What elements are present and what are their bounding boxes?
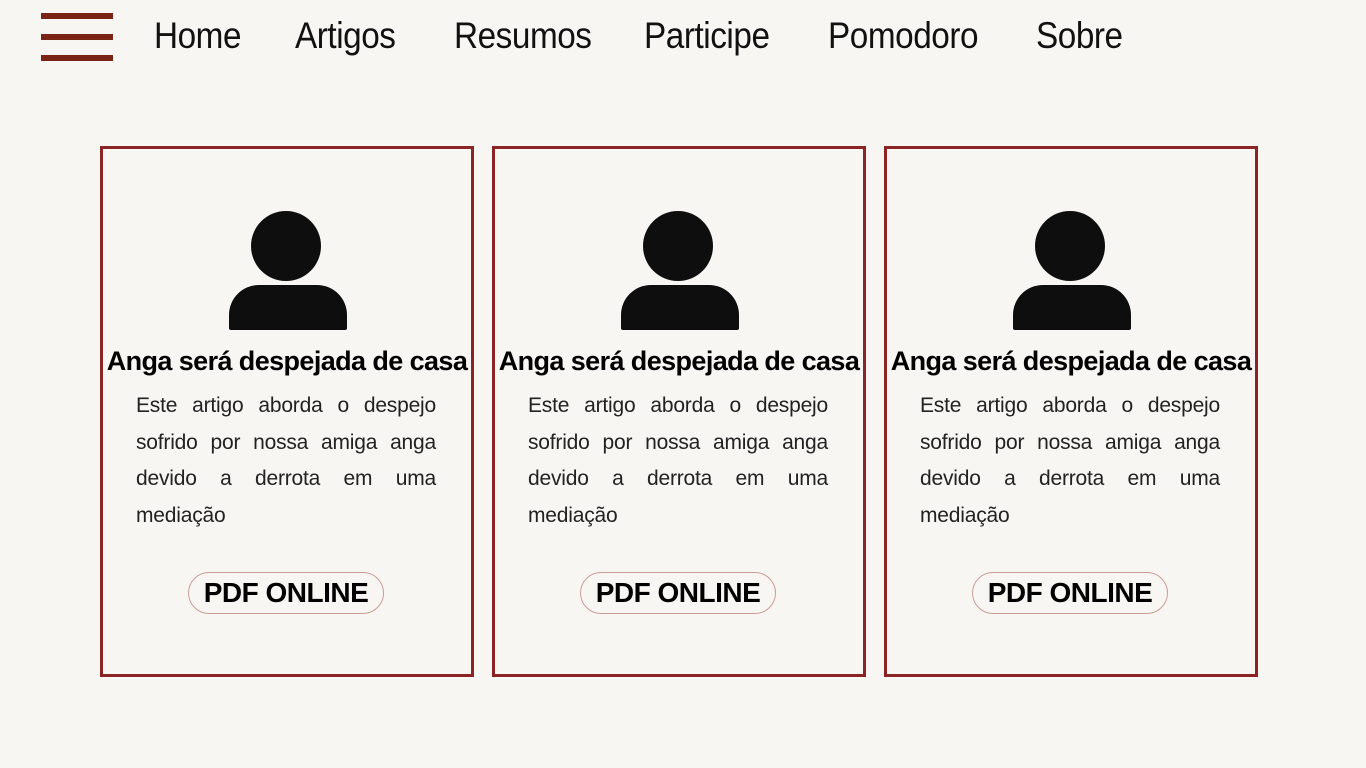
- avatar-body: [229, 285, 347, 330]
- card-title: Anga será despejada de casa: [498, 346, 860, 376]
- user-avatar-icon: [1010, 211, 1132, 331]
- card-description: Este artigo aborda o despejo sofrido por…: [136, 394, 436, 528]
- hamburger-bar: [41, 55, 113, 61]
- hamburger-menu-icon[interactable]: [41, 13, 113, 61]
- user-avatar-icon: [618, 211, 740, 331]
- hamburger-bar: [41, 34, 113, 40]
- avatar-head: [251, 211, 321, 281]
- top-navigation: Home Artigos Resumos Participe Pomodoro …: [0, 0, 1366, 75]
- avatar-body: [621, 285, 739, 330]
- nav-link-pomodoro[interactable]: Pomodoro: [828, 14, 978, 58]
- user-avatar-icon: [226, 211, 348, 331]
- pdf-online-button[interactable]: PDF ONLINE: [972, 572, 1168, 614]
- avatar-head: [643, 211, 713, 281]
- nav-link-resumos[interactable]: Resumos: [454, 14, 592, 58]
- pdf-online-button[interactable]: PDF ONLINE: [188, 572, 384, 614]
- pdf-online-button[interactable]: PDF ONLINE: [580, 572, 776, 614]
- avatar-body: [1013, 285, 1131, 330]
- article-card: Anga será despejada de casa Este artigo …: [100, 146, 474, 677]
- card-title: Anga será despejada de casa: [890, 346, 1252, 376]
- avatar-head: [1035, 211, 1105, 281]
- hamburger-bar: [41, 13, 113, 19]
- nav-link-artigos[interactable]: Artigos: [295, 14, 396, 58]
- nav-link-home[interactable]: Home: [154, 14, 241, 58]
- nav-link-sobre[interactable]: Sobre: [1036, 14, 1123, 58]
- card-description: Este artigo aborda o despejo sofrido por…: [528, 394, 828, 528]
- card-title: Anga será despejada de casa: [106, 346, 468, 376]
- card-description: Este artigo aborda o despejo sofrido por…: [920, 394, 1220, 528]
- article-card: Anga será despejada de casa Este artigo …: [884, 146, 1258, 677]
- article-card: Anga será despejada de casa Este artigo …: [492, 146, 866, 677]
- nav-link-participe[interactable]: Participe: [644, 14, 770, 58]
